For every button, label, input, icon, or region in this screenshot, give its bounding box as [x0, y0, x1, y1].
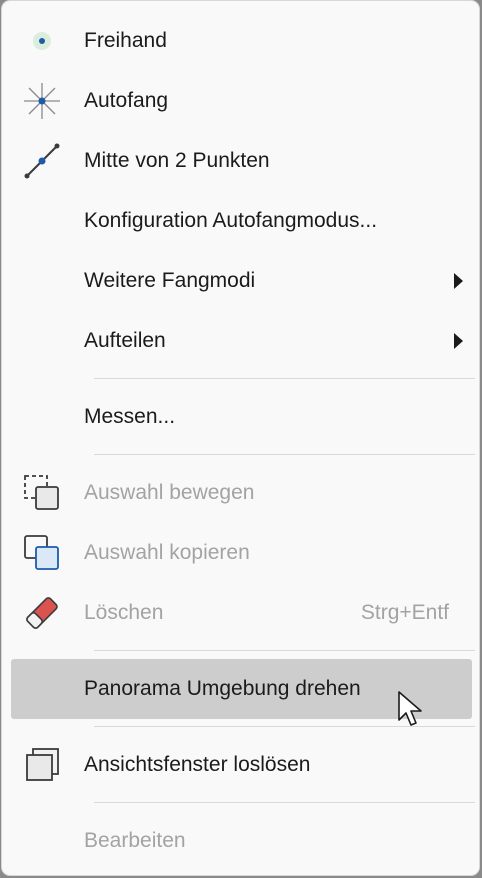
- menu-item-messen[interactable]: Messen...: [2, 387, 479, 447]
- menu-item-loeschen[interactable]: Löschen Strg+Entf: [2, 583, 479, 643]
- menu-item-auswahl-bewegen[interactable]: Auswahl bewegen: [2, 463, 479, 523]
- menu-item-weitere-fangmodi[interactable]: Weitere Fangmodi: [2, 251, 479, 311]
- copy-selection-icon: [20, 531, 64, 575]
- menu-item-label: Auswahl bewegen: [84, 481, 255, 504]
- detach-viewport-icon: [20, 743, 64, 787]
- menu-item-label: Panorama Umgebung drehen: [84, 677, 361, 700]
- menu-item-label: Ansichtsfenster loslösen: [84, 753, 311, 776]
- menu-item-label: Bearbeiten: [84, 829, 186, 852]
- menu-item-label: Freihand: [84, 29, 167, 52]
- menu-item-mitte[interactable]: Mitte von 2 Punkten: [2, 131, 479, 191]
- menu-item-shortcut: Strg+Entf: [360, 601, 449, 624]
- menu-item-label: Löschen: [84, 601, 164, 624]
- menu-item-autofang[interactable]: Autofang: [2, 71, 479, 131]
- menu-item-label: Weitere Fangmodi: [84, 269, 256, 292]
- menu-item-bearbeiten[interactable]: Bearbeiten: [2, 811, 479, 871]
- mouse-pointer-icon: [398, 691, 422, 726]
- snap-star-icon: [20, 79, 64, 123]
- menu-item-auswahl-kopieren[interactable]: Auswahl kopieren: [2, 523, 479, 583]
- menu-separator: [94, 802, 475, 803]
- menu-item-ansichtsfenster[interactable]: Ansichtsfenster loslösen: [2, 735, 479, 795]
- menu-item-label: Mitte von 2 Punkten: [84, 149, 270, 172]
- freehand-dot-icon: [20, 19, 64, 63]
- context-menu: Freihand Autofang Mitte von 2 Punkten Ko…: [1, 0, 480, 876]
- submenu-arrow-icon: [454, 273, 463, 289]
- menu-item-label: Aufteilen: [84, 329, 166, 352]
- menu-item-label: Autofang: [84, 89, 169, 112]
- menu-separator: [94, 650, 475, 651]
- menu-item-konfiguration[interactable]: Konfiguration Autofangmodus...: [2, 191, 479, 251]
- menu-item-label: Auswahl kopieren: [84, 541, 250, 564]
- eraser-icon: [20, 591, 64, 635]
- menu-item-freihand[interactable]: Freihand: [2, 11, 479, 71]
- move-selection-icon: [20, 471, 64, 515]
- submenu-arrow-icon: [454, 333, 463, 349]
- menu-separator: [94, 378, 475, 379]
- menu-item-label: Messen...: [84, 405, 176, 428]
- menu-item-aufteilen[interactable]: Aufteilen: [2, 311, 479, 371]
- menu-separator: [94, 454, 475, 455]
- menu-item-label: Konfiguration Autofangmodus...: [84, 209, 378, 232]
- midpoint-line-icon: [20, 139, 64, 183]
